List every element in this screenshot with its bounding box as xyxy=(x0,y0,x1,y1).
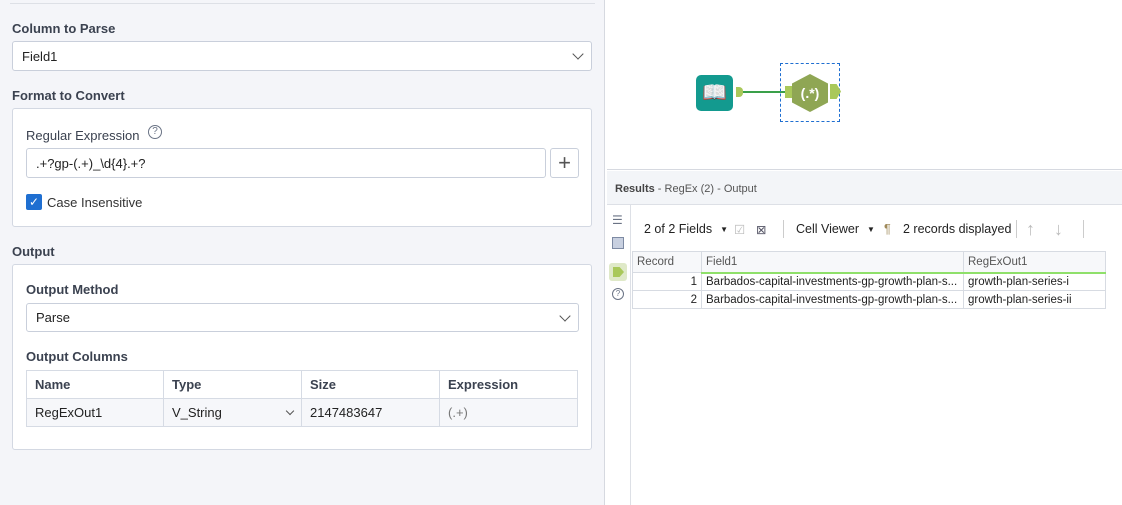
grid-header-field1[interactable]: Field1 xyxy=(701,251,964,274)
workflow-canvas[interactable]: 📖 (.*) xyxy=(607,0,1122,170)
size-cell[interactable]: 2147483647 xyxy=(301,398,440,427)
results-header: Results - RegEx (2) - Output xyxy=(607,171,1122,205)
format-to-convert-label: Format to Convert xyxy=(12,88,125,103)
records-count: 2 records displayed xyxy=(903,222,1012,236)
regexout1-cell[interactable]: growth-plan-series-i xyxy=(963,272,1106,291)
arrow-down-icon[interactable]: ↓ xyxy=(1054,219,1063,239)
output-columns-table: Name Type Size Expression RegExOut1 V_St… xyxy=(26,370,578,427)
column-header: Type xyxy=(163,370,302,399)
results-sidebar: ☰ ? xyxy=(607,205,631,505)
output-method-value: Parse xyxy=(36,310,70,325)
output-anchor[interactable] xyxy=(736,87,743,97)
list-icon[interactable]: ☰ xyxy=(612,213,623,227)
help-icon[interactable]: ? xyxy=(612,288,624,300)
results-title: Results xyxy=(615,183,655,195)
fields-label: 2 of 2 Fields xyxy=(644,222,713,236)
divider xyxy=(1016,220,1017,238)
table-row: RegExOut1 V_String 2147483647 (.+) xyxy=(26,398,578,427)
divider xyxy=(10,3,595,4)
output-method-select[interactable]: Parse xyxy=(26,303,579,332)
table-row: 1 Barbados-capital-investments-gp-growth… xyxy=(632,272,1106,291)
case-insensitive-label: Case Insensitive xyxy=(47,195,143,210)
grid-header-regexout1[interactable]: RegExOut1 xyxy=(963,251,1106,274)
clear-icon[interactable]: ⊠ xyxy=(756,221,766,237)
name-cell[interactable]: RegExOut1 xyxy=(26,398,164,427)
output-method-label: Output Method xyxy=(26,282,119,297)
help-icon[interactable]: ? xyxy=(148,125,162,139)
column-header: Name xyxy=(26,370,164,399)
caret-down-icon: ▼ xyxy=(720,224,729,234)
type-cell[interactable]: V_String xyxy=(163,398,302,427)
regex-label: Regular Expression xyxy=(26,128,140,143)
results-grid: Record Field1 RegExOut1 1 Barbados-capit… xyxy=(632,251,1106,309)
configuration-panel: Column to Parse Field1 Format to Convert… xyxy=(0,0,605,505)
record-cell[interactable]: 2 xyxy=(632,290,702,309)
column-to-parse-select[interactable]: Field1 xyxy=(12,41,592,71)
fields-dropdown[interactable]: 2 of 2 Fields ▼ xyxy=(644,221,728,237)
column-to-parse-label: Column to Parse xyxy=(12,21,116,36)
divider xyxy=(1083,220,1084,238)
plus-icon: + xyxy=(558,150,571,175)
field1-cell[interactable]: Barbados-capital-investments-gp-growth-p… xyxy=(701,290,964,309)
input-data-tool-icon[interactable]: 📖 xyxy=(696,75,733,111)
pilcrow-icon[interactable]: ¶ xyxy=(884,221,891,237)
output-anchor-tab[interactable] xyxy=(609,263,627,281)
column-to-parse-value: Field1 xyxy=(22,48,58,64)
divider xyxy=(783,220,784,238)
field1-cell[interactable]: Barbados-capital-investments-gp-growth-p… xyxy=(701,272,964,291)
grid-header-record[interactable]: Record xyxy=(632,251,702,273)
input-anchor[interactable] xyxy=(785,86,792,98)
chevron-down-icon xyxy=(285,406,295,415)
cell-viewer-dropdown[interactable]: Cell Viewer ▼ xyxy=(796,221,875,237)
regex-value: .+?gp-(.+)_\d{4}.+? xyxy=(36,155,146,171)
results-subtitle: - RegEx (2) - Output xyxy=(654,183,757,195)
column-header: Size xyxy=(301,370,440,399)
output-columns-label: Output Columns xyxy=(26,349,128,364)
type-value: V_String xyxy=(172,405,222,420)
case-insensitive-checkbox[interactable]: ✓ xyxy=(26,194,42,210)
chevron-down-icon xyxy=(572,48,584,60)
cell-viewer-label: Cell Viewer xyxy=(796,222,859,236)
regex-input[interactable]: .+?gp-(.+)_\d{4}.+? xyxy=(26,148,546,178)
anchor-icon xyxy=(613,267,624,277)
record-cell[interactable]: 1 xyxy=(632,272,702,291)
output-label: Output xyxy=(12,244,55,259)
metadata-icon[interactable] xyxy=(612,237,624,249)
expression-cell[interactable]: (.+) xyxy=(439,398,578,427)
check-icon[interactable]: ☑ xyxy=(734,221,745,237)
regexout1-cell[interactable]: growth-plan-series-ii xyxy=(963,290,1106,309)
chevron-down-icon xyxy=(559,309,571,322)
caret-down-icon: ▼ xyxy=(867,224,875,234)
table-row: 2 Barbados-capital-investments-gp-growth… xyxy=(632,290,1106,309)
column-header: Expression xyxy=(439,370,578,399)
arrow-up-icon[interactable]: ↑ xyxy=(1026,219,1035,239)
add-token-button[interactable]: + xyxy=(550,148,579,178)
